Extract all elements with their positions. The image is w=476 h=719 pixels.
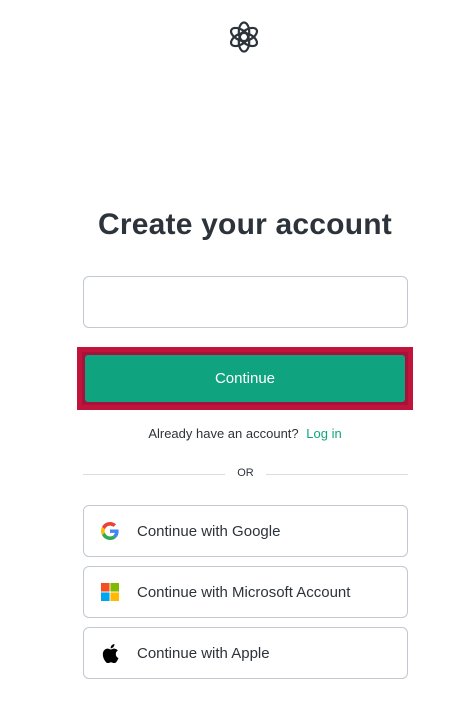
microsoft-button-label: Continue with Microsoft Account: [137, 583, 351, 601]
login-link[interactable]: Log in: [306, 426, 341, 441]
apple-button-label: Continue with Apple: [137, 644, 270, 662]
continue-with-google-button[interactable]: Continue with Google: [83, 505, 408, 557]
continue-with-microsoft-button[interactable]: Continue with Microsoft Account: [83, 566, 408, 618]
login-prompt-row: Already have an account? Log in: [0, 426, 476, 441]
or-divider: OR: [83, 464, 408, 484]
divider-line-right: [266, 474, 408, 475]
google-button-label: Continue with Google: [137, 522, 281, 540]
login-prompt-text: Already have an account?: [148, 426, 299, 441]
microsoft-icon: [100, 582, 120, 602]
continue-with-apple-button[interactable]: Continue with Apple: [83, 627, 408, 679]
apple-icon: [100, 643, 120, 663]
continue-button[interactable]: Continue: [85, 355, 405, 402]
divider-label: OR: [237, 467, 254, 479]
openai-logo-icon: [226, 19, 262, 55]
page-title: Create your account: [98, 208, 392, 241]
google-icon: [100, 521, 120, 541]
email-field[interactable]: [83, 276, 408, 328]
